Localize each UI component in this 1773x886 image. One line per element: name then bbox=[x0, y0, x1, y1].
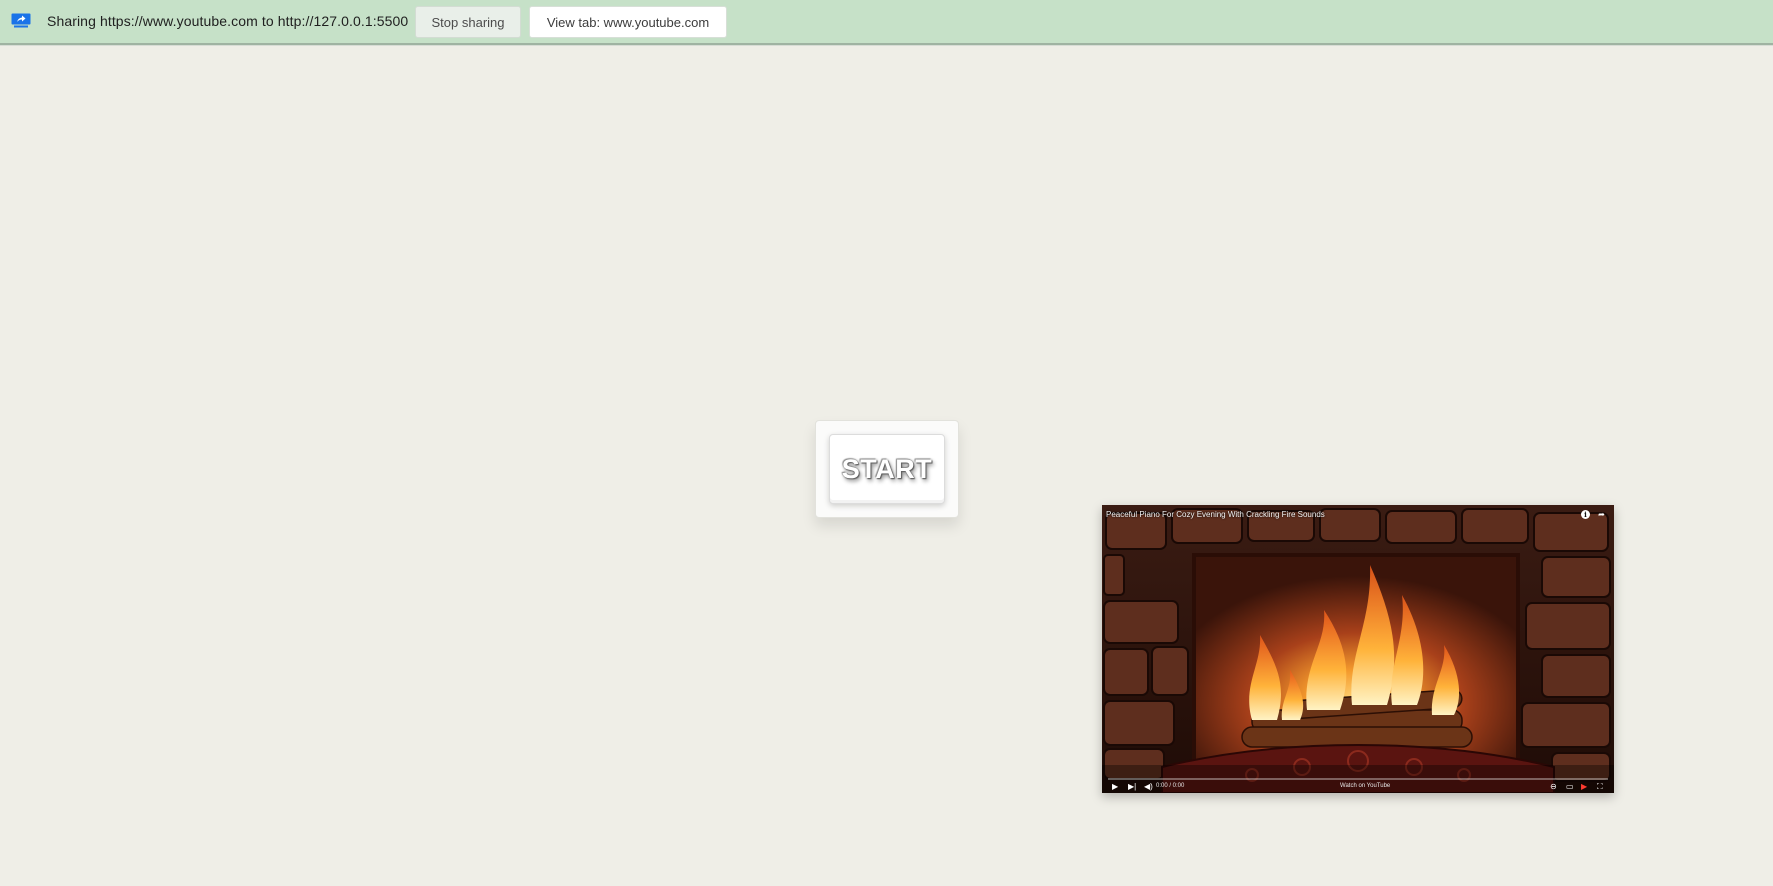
start-button-container: START bbox=[815, 420, 959, 518]
start-button[interactable]: START bbox=[829, 434, 945, 504]
sharing-status-text: Sharing https://www.youtube.com to http:… bbox=[47, 13, 409, 29]
video-chapter-label[interactable]: Watch on YouTube bbox=[1340, 783, 1390, 789]
view-tab-button[interactable]: View tab: www.youtube.com bbox=[529, 6, 727, 38]
video-time: 0:00 / 0:00 bbox=[1156, 783, 1185, 789]
captions-icon[interactable]: ▭ bbox=[1566, 782, 1574, 792]
next-icon[interactable]: ▶| bbox=[1128, 782, 1136, 792]
video-title[interactable]: Peaceful Piano For Cozy Evening With Cra… bbox=[1106, 510, 1325, 519]
player-controls: ▶ ▶| ◀) 0:00 / 0:00 Watch on YouTube ⊖ ▭… bbox=[1102, 781, 1614, 793]
play-icon[interactable]: ▶ bbox=[1112, 782, 1118, 792]
youtube-logo-icon[interactable]: ▶ bbox=[1581, 782, 1587, 792]
autoplay-toggle-icon[interactable]: ⊖ bbox=[1550, 782, 1557, 792]
stop-sharing-button[interactable]: Stop sharing bbox=[415, 6, 521, 38]
youtube-embed-player[interactable]: Peaceful Piano For Cozy Evening With Cra… bbox=[1102, 505, 1614, 793]
start-button-label: START bbox=[841, 453, 933, 484]
share-icon[interactable]: ➦ bbox=[1597, 510, 1606, 519]
fireplace-video-frame bbox=[1102, 505, 1614, 793]
video-progress-bar[interactable] bbox=[1108, 778, 1608, 780]
fullscreen-icon[interactable]: ⛶ bbox=[1597, 782, 1603, 792]
info-icon[interactable]: i bbox=[1581, 510, 1590, 519]
volume-icon[interactable]: ◀) bbox=[1144, 782, 1153, 792]
player-top-icons: i ➦ bbox=[1581, 510, 1606, 519]
screen-share-infobar: Sharing https://www.youtube.com to http:… bbox=[0, 0, 1773, 45]
screen-share-icon bbox=[11, 13, 31, 28]
